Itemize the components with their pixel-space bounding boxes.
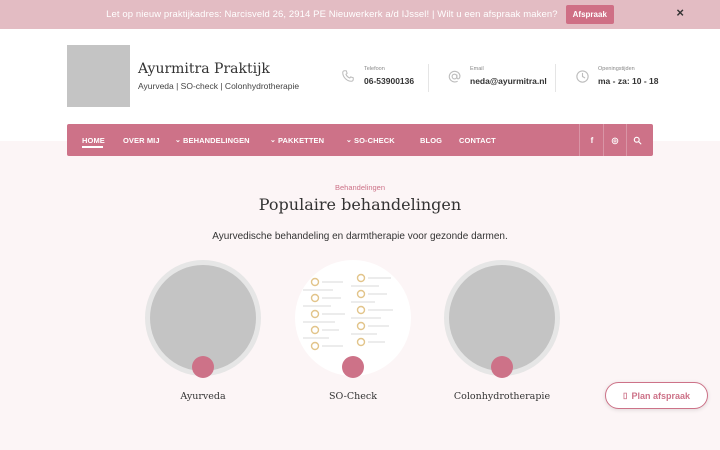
hours-label: Openingstijden bbox=[598, 66, 635, 72]
card-badge bbox=[192, 356, 214, 378]
contact-email[interactable]: Email neda@ayurmitra.nl bbox=[443, 65, 547, 87]
phone-icon bbox=[337, 65, 359, 87]
card-label-ayurveda[interactable]: Ayurveda bbox=[133, 391, 273, 402]
clock-icon bbox=[571, 65, 593, 87]
search-icon[interactable] bbox=[626, 124, 648, 156]
contact-phone[interactable]: Telefoon 06-53900136 bbox=[337, 65, 414, 87]
main-nav: HOME OVER MIJ ⌄ BEHANDELINGEN ⌄ PAKKETTE… bbox=[67, 124, 653, 156]
nav-item-label: HOME bbox=[82, 135, 105, 145]
card-label-so-check[interactable]: SO-Check bbox=[283, 391, 423, 402]
nav-item-so-check[interactable]: ⌄ SO-CHECK bbox=[346, 124, 395, 156]
facebook-icon[interactable]: f bbox=[581, 124, 603, 156]
at-icon bbox=[443, 65, 465, 87]
nav-item-label: CONTACT bbox=[459, 135, 496, 145]
chevron-down-icon: ⌄ bbox=[175, 137, 181, 144]
nav-item-label: BLOG bbox=[420, 135, 443, 145]
card-label-colonhydrotherapie[interactable]: Colonhydrotherapie bbox=[432, 391, 572, 402]
chevron-down-icon: ⌄ bbox=[346, 137, 352, 144]
section-subtitle: Ayurvedische behandeling en darmtherapie… bbox=[212, 231, 508, 242]
nav-item-label: SO-CHECK bbox=[353, 135, 395, 145]
instagram-icon[interactable]: ◎ bbox=[604, 124, 626, 156]
logo[interactable] bbox=[67, 45, 130, 107]
email-label: Email bbox=[470, 66, 484, 72]
hours-value: ma - za: 10 - 18 bbox=[598, 76, 659, 86]
nav-active-indicator bbox=[82, 146, 103, 148]
section-title: Populaire behandelingen bbox=[258, 195, 462, 214]
header-divider bbox=[555, 64, 556, 92]
section-kicker: Behandelingen bbox=[334, 183, 386, 192]
nav-item-label: PAKKETTEN bbox=[277, 135, 325, 145]
plan-afspraak-button[interactable]: ▯ Plan afspraak bbox=[605, 382, 708, 409]
card-badge bbox=[342, 356, 364, 378]
nav-item-pakketten[interactable]: ⌄ PAKKETTEN bbox=[270, 124, 324, 156]
nav-item-behandelingen[interactable]: ⌄ BEHANDELINGEN bbox=[175, 124, 250, 156]
nav-item-blog[interactable]: BLOG bbox=[420, 124, 442, 156]
nav-item-over-mij[interactable]: OVER MIJ bbox=[123, 124, 160, 156]
brand-subtitle: Ayurveda | SO-check | Colonhydrotherapie bbox=[138, 81, 300, 91]
card-badge bbox=[491, 356, 513, 378]
nav-item-label: BEHANDELINGEN bbox=[182, 135, 250, 145]
phone-value[interactable]: 06-53900136 bbox=[364, 76, 414, 86]
nav-item-home[interactable]: HOME bbox=[82, 124, 105, 156]
nav-item-label: OVER MIJ bbox=[123, 135, 160, 145]
afspraak-button[interactable]: Afspraak bbox=[565, 5, 614, 24]
phone-label: Telefoon bbox=[364, 66, 385, 72]
nav-divider bbox=[579, 124, 580, 156]
contact-hours: Openingstijden ma - za: 10 - 18 bbox=[571, 65, 658, 87]
brand-title[interactable]: Ayurmitra Praktijk bbox=[138, 61, 270, 77]
email-value[interactable]: neda@ayurmitra.nl bbox=[470, 76, 547, 86]
nav-item-contact[interactable]: CONTACT bbox=[459, 124, 496, 156]
plan-afspraak-label: Plan afspraak bbox=[631, 390, 690, 401]
header-divider bbox=[428, 64, 429, 92]
calendar-icon: ▯ bbox=[623, 391, 628, 400]
close-icon[interactable]: × bbox=[676, 5, 684, 20]
announcement-text: Let op nieuw praktijkadres: Narcisveld 2… bbox=[106, 9, 558, 20]
announcement-bar: Let op nieuw praktijkadres: Narcisveld 2… bbox=[0, 0, 720, 29]
chevron-down-icon: ⌄ bbox=[270, 137, 276, 144]
